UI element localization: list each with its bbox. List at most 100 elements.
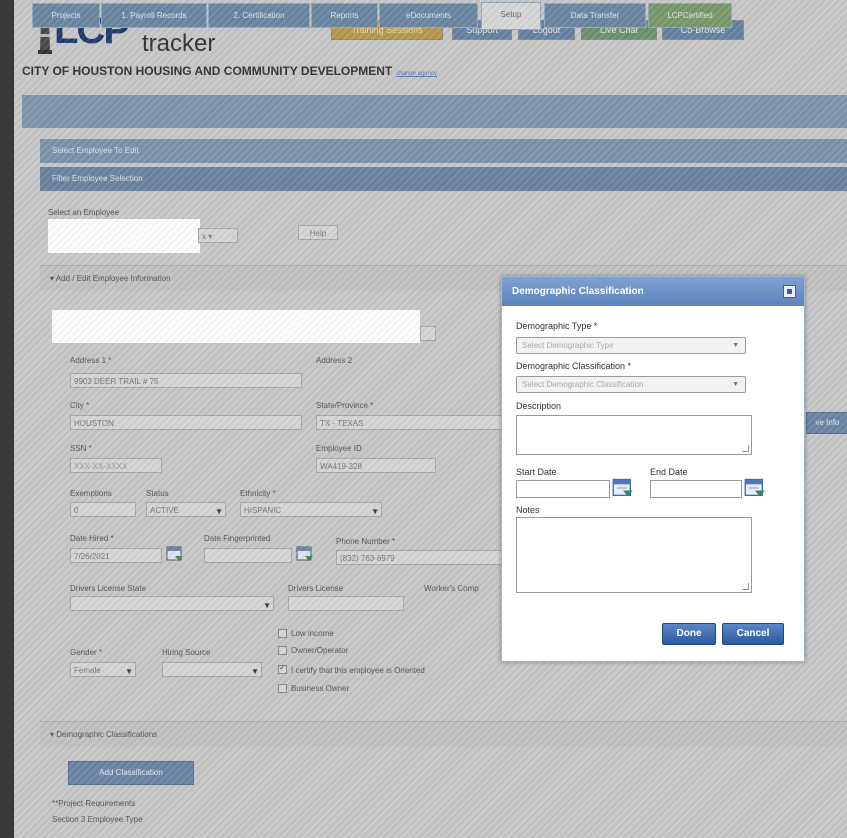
tab-lcpcertified[interactable]: LCPCertified [648,3,732,28]
chevron-down-icon: ▼ [732,381,739,388]
owner-operator-checkbox[interactable] [278,646,287,655]
filter-employee-bar[interactable]: Filter Employee Selection [40,167,847,191]
select-employee-label: Select an Employee [48,208,120,217]
gender-label: Gender * [70,648,103,657]
exemptions-input[interactable]: 0 [70,502,136,517]
calendar-icon[interactable] [296,545,314,563]
demographic-classifications-section[interactable]: ▾ Demographic Classifications [40,721,847,747]
address1-label: Address 1 * [70,356,112,365]
ethnicity-label: Ethnicity * [240,489,276,498]
dl-input[interactable] [288,596,404,611]
tab-data-transfer[interactable]: Data Transfer [544,3,646,28]
demographic-classification-dialog: Demographic Classification Demographic T… [501,276,805,662]
employee-select[interactable]: x ▾ [198,228,238,243]
demographic-classification-label: Demographic Classification * [516,361,632,371]
low-income-checkbox[interactable] [278,629,287,638]
gender-select[interactable]: Female ▼ [70,662,136,677]
start-date-input[interactable] [516,480,610,498]
filter-employee-label: Filter Employee Selection [52,174,143,183]
exemptions-label: Exemptions [70,489,112,498]
ssn-label: SSN * [70,444,92,453]
help-button[interactable]: Help [298,225,338,240]
tab-certification[interactable]: 2. Certification [208,3,310,28]
name-suffix-field[interactable] [420,326,436,341]
chevron-down-icon: ▼ [215,507,223,516]
tab-edocuments[interactable]: eDocuments [379,3,478,28]
select-employee-bar[interactable]: Select Employee To Edit [40,139,847,163]
resize-handle-icon[interactable] [742,583,749,590]
business-owner-label: Business Owner [291,684,350,693]
state-select[interactable]: TX - TEXAS [316,415,502,430]
cancel-button[interactable]: Cancel [722,623,784,645]
dl-state-select[interactable]: ▼ [70,596,274,611]
chevron-down-icon: ▼ [732,342,739,349]
owner-operator-label: Owner/Operator [291,646,349,655]
ssn-input[interactable]: XXX-XX-XXXX [70,458,162,473]
demographic-type-placeholder: Select Demographic Type [522,341,614,350]
tab-payroll-records[interactable]: 1. Payroll Records [101,3,207,28]
ethnicity-select-value: HISPANIC [244,506,282,515]
done-button[interactable]: Done [662,623,716,645]
calendar-icon[interactable] [612,477,634,499]
hiring-source-label: Hiring Source [162,648,211,657]
select-arrows: x ▾ [202,232,213,241]
date-hired-label: Date Hired * [70,534,114,543]
ethnicity-select[interactable]: HISPANIC ▼ [240,502,382,517]
status-label: Status [146,489,169,498]
start-date-label: Start Date [516,467,557,477]
chevron-down-icon: ▼ [263,601,271,610]
employee-id-label: Employee ID [316,444,362,453]
workers-comp-label: Worker's Comp [424,584,479,593]
hiring-source-select[interactable]: ▼ [162,662,262,677]
section3-type-label: Section 3 Employee Type [52,815,143,824]
phone-label: Phone Number * [336,537,396,546]
save-employee-button[interactable]: ve Info [806,412,847,434]
description-label: Description [516,401,562,411]
status-select-value: ACTIVE [150,506,179,515]
business-owner-checkbox[interactable] [278,684,287,693]
lcptracker-screen: LCP tracker Training Sessions Support Lo… [0,0,847,838]
address1-input[interactable]: 9903 DEER TRAIL # 75 [70,373,302,388]
change-agency-link[interactable]: change agency [396,71,437,77]
close-icon[interactable] [783,285,796,298]
demographic-type-label: Demographic Type * [516,321,598,331]
date-fingerprinted-input[interactable] [204,548,292,563]
certify-oriented-checkbox[interactable] [278,663,287,674]
address2-label: Address 2 [316,356,353,365]
demographic-section-title: Demographic Classifications [56,730,158,739]
end-date-input[interactable] [650,480,742,498]
org-title-text: CITY OF HOUSTON HOUSING AND COMMUNITY DE… [22,64,393,78]
logo-tracker-text: tracker [142,30,216,57]
calendar-icon[interactable] [166,545,184,563]
city-input[interactable]: HOUSTON [70,415,302,430]
city-label: City * [70,401,90,410]
project-requirements-label: **Project Requirements [52,799,136,808]
phone-input[interactable]: (832) 763-6979 [336,550,502,565]
gender-select-value: Female [74,666,101,675]
chevron-down-icon: ▼ [125,667,133,676]
demographic-type-select[interactable]: Select Demographic Type ▼ [516,337,746,354]
demographic-classification-placeholder: Select Demographic Classification [522,380,644,389]
tab-reports[interactable]: Reports [311,3,378,28]
window-edge [0,0,14,838]
description-textarea[interactable] [516,415,752,455]
chevron-down-icon: ▼ [371,507,379,516]
resize-handle-icon[interactable] [742,445,749,452]
notes-textarea[interactable] [516,517,752,593]
status-select[interactable]: ACTIVE ▼ [146,502,226,517]
end-date-label: End Date [650,467,688,477]
demographic-classification-select[interactable]: Select Demographic Classification ▼ [516,376,746,393]
low-income-label: Low income [291,629,334,638]
redacted-employee-name [48,219,200,253]
add-classification-button[interactable]: Add Classification [68,761,194,785]
tab-projects[interactable]: Projects [32,3,100,28]
dialog-title: Demographic Classification [512,286,644,297]
calendar-icon[interactable] [744,477,766,499]
dl-state-label: Drivers License State [70,584,147,593]
state-label: State/Province * [316,401,374,410]
dl-label: Drivers License [288,584,344,593]
tab-setup[interactable]: Setup [481,2,541,30]
notes-label: Notes [516,505,540,515]
date-hired-input[interactable]: 7/26/2021 [70,548,162,563]
employee-id-input[interactable]: WA419-328 [316,458,436,473]
